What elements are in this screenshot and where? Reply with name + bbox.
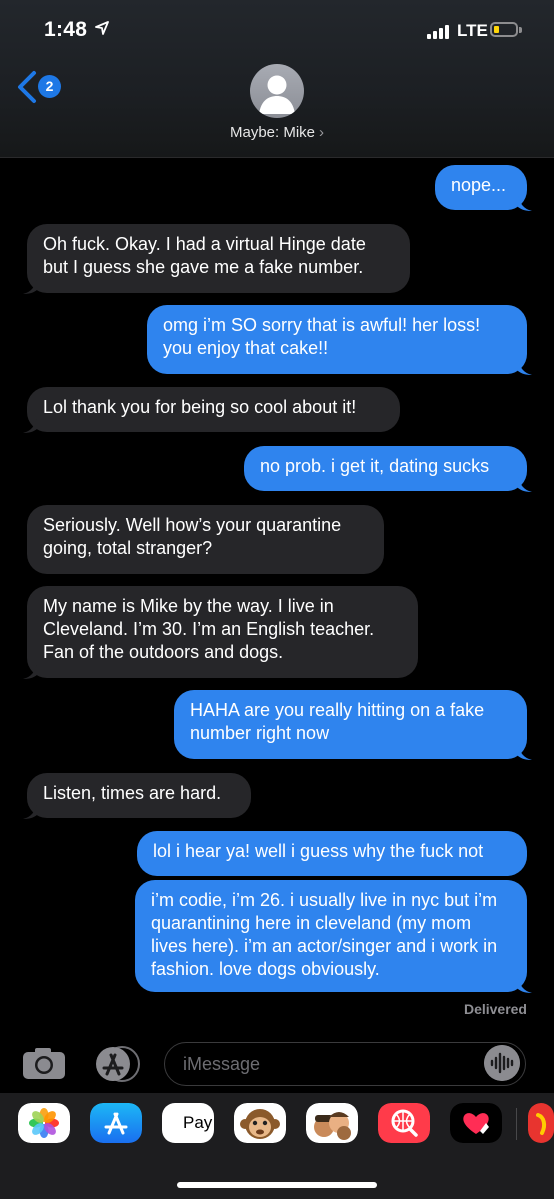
bubble-tail xyxy=(23,664,37,679)
memoji-icon[interactable] xyxy=(306,1103,358,1143)
contact-avatar[interactable] xyxy=(250,64,304,118)
person-silhouette-icon xyxy=(259,75,295,114)
message-bubble-sent[interactable]: no prob. i get it, dating sucks xyxy=(244,446,527,491)
message-input[interactable]: iMessage xyxy=(164,1042,526,1086)
bubble-tail xyxy=(518,360,532,375)
location-arrow-icon xyxy=(95,21,109,35)
app-store-button-icon[interactable] xyxy=(93,1044,143,1084)
message-bubble-received[interactable]: Seriously. Well how’s your quarantine go… xyxy=(27,505,384,574)
camera-icon[interactable] xyxy=(22,1046,66,1080)
message-bubble-sent[interactable]: i’m codie, i’m 26. i usually live in nyc… xyxy=(135,880,527,992)
message-bubble-sent[interactable]: omg i’m SO sorry that is awful! her loss… xyxy=(147,305,527,374)
bubble-tail xyxy=(518,745,532,760)
message-bubble-sent[interactable]: nope... xyxy=(435,165,527,210)
message-input-placeholder: iMessage xyxy=(183,1054,261,1074)
message-bubble-sent[interactable]: HAHA are you really hitting on a fake nu… xyxy=(174,690,527,759)
message-bubble-received[interactable]: Listen, times are hard. xyxy=(27,773,251,818)
apple-pay-label: Pay xyxy=(183,1113,213,1132)
home-indicator[interactable] xyxy=(177,1182,377,1188)
apple-pay-icon[interactable]: Pay xyxy=(162,1103,214,1143)
bubble-tail xyxy=(23,418,37,433)
message-bubble-sent[interactable]: lol i hear ya! well i guess why the fuck… xyxy=(137,831,527,876)
animoji-icon[interactable] xyxy=(234,1103,286,1143)
contact-name-label[interactable]: Maybe: Mike xyxy=(230,124,315,141)
chevron-right-icon: › xyxy=(319,124,325,141)
app-store-icon[interactable] xyxy=(90,1103,142,1143)
network-label: LTE xyxy=(457,21,488,40)
unread-badge[interactable]: 2 xyxy=(38,75,61,98)
bubble-tail xyxy=(23,279,37,294)
tray-divider xyxy=(516,1108,517,1140)
battery-tip xyxy=(519,27,522,33)
search-images-icon[interactable] xyxy=(378,1103,430,1143)
signal-icon xyxy=(427,24,453,39)
message-bubble-received[interactable]: My name is Mike by the way. I live in Cl… xyxy=(27,586,418,678)
battery-icon xyxy=(490,22,518,37)
bubble-tail xyxy=(518,978,532,993)
message-bubble-received[interactable]: Oh fuck. Okay. I had a virtual Hinge dat… xyxy=(27,224,410,293)
bubble-tail xyxy=(518,196,532,211)
contact-name[interactable]: Maybe: Mike › xyxy=(0,124,554,141)
audio-message-icon[interactable] xyxy=(484,1045,520,1081)
more-app-icon[interactable] xyxy=(528,1103,554,1143)
bubble-tail xyxy=(518,477,532,492)
photos-icon[interactable] xyxy=(18,1103,70,1143)
message-bubble-received[interactable]: Lol thank you for being so cool about it… xyxy=(27,387,400,432)
delivered-status: Delivered xyxy=(463,1001,527,1017)
bubble-tail xyxy=(23,804,37,819)
digital-touch-icon[interactable] xyxy=(450,1103,502,1143)
status-time: 1:48 xyxy=(44,18,88,41)
